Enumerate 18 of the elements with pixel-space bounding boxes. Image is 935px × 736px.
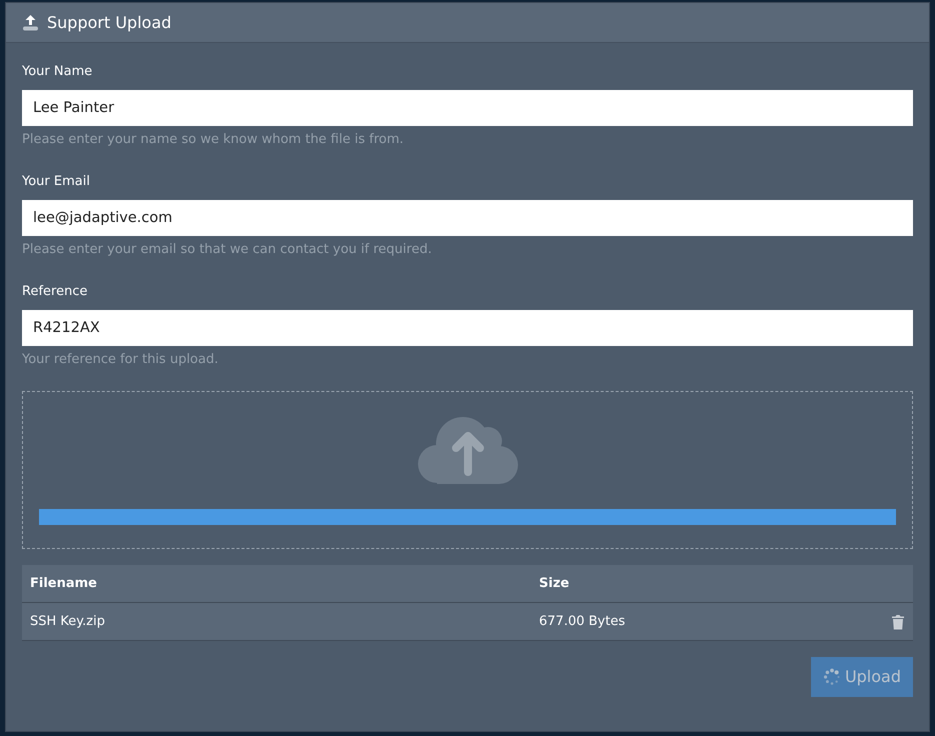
field-label: Your Email bbox=[22, 173, 90, 191]
column-header: Filename bbox=[30, 574, 98, 593]
field-label: Reference bbox=[22, 283, 88, 301]
cloud-upload-icon bbox=[416, 414, 518, 484]
text-field[interactable]: R4212AX bbox=[22, 310, 913, 346]
trash-icon[interactable] bbox=[891, 614, 905, 630]
table-cell-text: 677.00 Bytes bbox=[539, 612, 626, 631]
upload-icon bbox=[22, 14, 39, 31]
text-field[interactable]: lee@jadaptive.com bbox=[22, 200, 913, 236]
table-cell-text: SSH Key.zip bbox=[30, 612, 106, 631]
drop-zone[interactable] bbox=[22, 391, 913, 549]
column-header: Size bbox=[539, 574, 570, 593]
help-text: Please enter your email so that we can contact you if required. bbox=[22, 240, 433, 258]
panel-title: Support Upload bbox=[47, 12, 172, 34]
help-text: Please enter your name so we know whom the file is from. bbox=[22, 130, 405, 148]
help-text: Your reference for this upload. bbox=[22, 350, 220, 368]
text-field[interactable]: Lee Painter bbox=[22, 90, 913, 126]
field-label: Your Name bbox=[22, 63, 92, 81]
